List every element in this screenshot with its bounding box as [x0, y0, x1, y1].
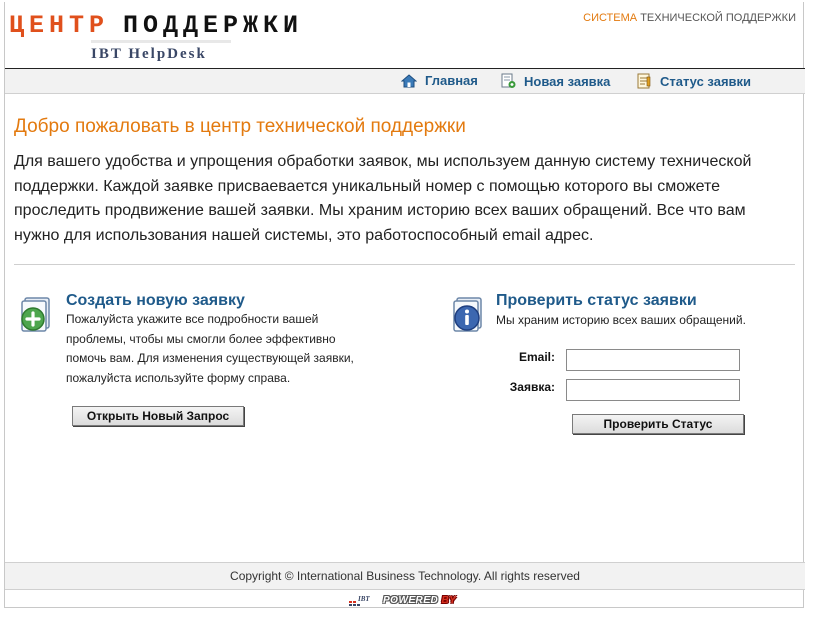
logo-word-support: ПОДДЕРЖКИ — [123, 11, 304, 40]
ticket-label: Заявка: — [509, 380, 555, 394]
system-title-accent: СИСТЕМА — [583, 12, 638, 24]
footer: Copyright © International Business Techn… — [5, 562, 805, 590]
section-divider — [14, 264, 795, 265]
header: ЦЕНТР ПОДДЕРЖКИ IBT HelpDesk СИСТЕМА ТЕХН… — [5, 2, 805, 69]
email-field[interactable] — [566, 349, 740, 371]
add-ticket-icon — [21, 297, 50, 332]
nav-item-home-label: Главная — [425, 73, 478, 88]
ibt-logo-text: IBT — [357, 595, 370, 603]
open-new-ticket-button[interactable]: Открыть Новый Запрос — [72, 406, 244, 426]
nav-item-new-ticket-label: Новая заявка — [524, 73, 611, 89]
new-ticket-title: Создать новую заявку — [66, 292, 245, 309]
nav-item-home[interactable]: Главная — [401, 73, 478, 88]
new-ticket-icon — [501, 73, 516, 88]
nav-item-ticket-status[interactable]: Статус заявки — [636, 73, 751, 89]
check-status-button[interactable]: Проверить Статус — [572, 414, 744, 434]
new-ticket-description: Пожалуйста укажите все подробности вашей… — [66, 312, 354, 385]
copyright-text: Copyright © International Business Techn… — [230, 569, 580, 583]
logo-divider — [91, 40, 231, 43]
nav-item-new-ticket[interactable]: Новая заявка — [500, 73, 610, 89]
home-icon — [401, 73, 417, 87]
powered-by-badge[interactable]: IBT POWERED BY — [347, 592, 456, 608]
check-status-title: Проверить статус заявки — [496, 292, 697, 309]
logo-word-center: ЦЕНТР — [9, 11, 110, 40]
check-status-description: Мы храним историю всех ваших обращений. — [496, 313, 746, 327]
ticket-number-field[interactable] — [566, 379, 740, 401]
new-ticket-card-icon — [19, 296, 55, 339]
welcome-paragraph: Для вашего удобства и упрощения обработк… — [14, 153, 752, 244]
check-status-card-icon — [451, 296, 487, 339]
ticket-status-icon — [637, 73, 651, 89]
info-icon — [453, 297, 482, 332]
powered-by-text: POWERED BY — [383, 595, 456, 606]
email-label: Email: — [518, 350, 555, 364]
ibt-logo-icon: IBT — [349, 595, 370, 606]
system-title-rest: ТЕХНИЧЕСКОЙ ПОДДЕРЖКИ — [640, 12, 796, 24]
page-frame: ЦЕНТР ПОДДЕРЖКИ IBT HelpDesk СИСТЕМА ТЕХН… — [4, 2, 805, 608]
nav-item-ticket-status-label: Статус заявки — [660, 73, 752, 89]
logo-subtitle: IBT HelpDesk — [91, 46, 207, 62]
logo: ЦЕНТР ПОДДЕРЖКИ — [9, 12, 303, 40]
system-title: СИСТЕМА ТЕХНИЧЕСКОЙ ПОДДЕРЖКИ — [583, 12, 796, 24]
powered-word: POWERED — [383, 594, 439, 606]
page-title: Добро пожаловать в центр технической под… — [14, 116, 466, 137]
top-nav: Главная Новая заявка Статус заявки — [5, 69, 805, 94]
by-word: BY — [441, 594, 457, 606]
